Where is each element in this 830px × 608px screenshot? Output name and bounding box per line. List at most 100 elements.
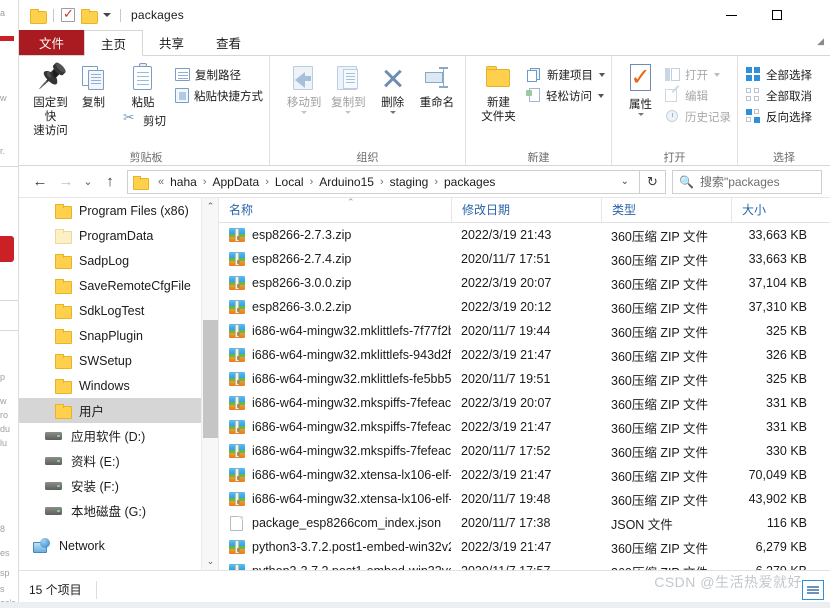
chevron-down-icon[interactable] bbox=[598, 93, 604, 98]
tab-file[interactable]: 文件 bbox=[19, 30, 85, 55]
table-row[interactable]: i686-w64-mingw32.mklittlefs-fe5bb56... 2… bbox=[219, 367, 830, 391]
copy-path-button[interactable]: 复制路径 bbox=[175, 64, 263, 85]
chevron-down-icon[interactable] bbox=[103, 13, 111, 17]
close-button[interactable] bbox=[800, 0, 830, 30]
nav-item-sadplog[interactable]: SadpLog bbox=[19, 248, 218, 273]
properties-quick-icon[interactable] bbox=[61, 6, 75, 22]
table-row[interactable]: i686-w64-mingw32.xtensa-lx106-elf-1... 2… bbox=[219, 463, 830, 487]
table-row[interactable]: i686-w64-mingw32.mkspiffs-7fefeac.... 20… bbox=[219, 391, 830, 415]
pin-to-quick-access-button[interactable]: 固定到快 速访问 bbox=[29, 60, 72, 138]
search-input[interactable]: 🔍 搜索"packages bbox=[672, 169, 822, 194]
table-row[interactable]: esp8266-2.7.4.zip 2020/11/7 17:51 360压缩 … bbox=[219, 247, 830, 271]
tab-share[interactable]: 共享 bbox=[143, 30, 200, 55]
breadcrumb-chevron-down-icon[interactable]: ⌄ bbox=[615, 176, 635, 187]
select-none-button[interactable]: 全部取消 bbox=[746, 85, 812, 106]
new-folder-quick-icon[interactable] bbox=[81, 8, 98, 24]
scrollbar-thumb[interactable] bbox=[203, 320, 218, 438]
table-row[interactable]: i686-w64-mingw32.xtensa-lx106-elf-b... 2… bbox=[219, 487, 830, 511]
breadcrumb-item-2[interactable]: Local bbox=[274, 175, 305, 189]
breadcrumb-overflow[interactable]: « bbox=[153, 176, 169, 188]
select-all-button[interactable]: 全部选择 bbox=[746, 64, 812, 85]
file-name-cell[interactable]: esp8266-2.7.3.zip bbox=[219, 228, 451, 242]
table-row[interactable]: i686-w64-mingw32.mkspiffs-7fefeac.... 20… bbox=[219, 415, 830, 439]
minimize-button[interactable] bbox=[708, 0, 754, 30]
chevron-down-icon[interactable] bbox=[714, 72, 720, 77]
table-row[interactable]: esp8266-3.0.2.zip 2022/3/19 20:12 360压缩 … bbox=[219, 295, 830, 319]
tab-home[interactable]: 主页 bbox=[84, 30, 144, 56]
breadcrumb-item-0[interactable]: haha bbox=[169, 175, 198, 189]
table-row[interactable]: package_esp8266com_index.json 2020/11/7 … bbox=[219, 511, 830, 535]
chevron-down-icon[interactable] bbox=[599, 72, 605, 77]
column-header-size[interactable]: 大小 bbox=[731, 198, 821, 223]
breadcrumb[interactable]: « haha › AppData › Local › Arduino15 › s… bbox=[127, 169, 640, 194]
file-name-cell[interactable]: i686-w64-mingw32.xtensa-lx106-elf-1... bbox=[219, 468, 451, 482]
column-header-date[interactable]: 修改日期 bbox=[451, 198, 601, 223]
table-row[interactable]: python3-3.7.2.post1-embed-win32v2... 202… bbox=[219, 535, 830, 559]
breadcrumb-item-1[interactable]: AppData bbox=[212, 175, 261, 189]
nav-item-swsetup[interactable]: SWSetup bbox=[19, 348, 218, 373]
table-row[interactable]: i686-w64-mingw32.mklittlefs-7f77f2b.... … bbox=[219, 319, 830, 343]
nav-item-drive-g[interactable]: 本地磁盘 (G:) bbox=[19, 498, 218, 523]
file-name-cell[interactable]: i686-w64-mingw32.mkspiffs-7fefeac.... bbox=[219, 396, 451, 410]
chevron-down-icon[interactable] bbox=[389, 111, 396, 114]
chevron-down-icon[interactable] bbox=[301, 111, 308, 114]
table-row[interactable]: esp8266-2.7.3.zip 2022/3/19 21:43 360压缩 … bbox=[219, 223, 830, 247]
nav-item-drive-f[interactable]: 安装 (F:) bbox=[19, 473, 218, 498]
recent-locations-button[interactable]: ⌄ bbox=[79, 169, 97, 195]
details-view-button[interactable] bbox=[802, 580, 824, 600]
copy-to-button[interactable]: 复制到 bbox=[326, 60, 370, 114]
breadcrumb-item-3[interactable]: Arduino15 bbox=[318, 175, 375, 189]
open-button[interactable]: 打开 bbox=[665, 64, 731, 85]
forward-button[interactable]: → bbox=[53, 169, 79, 195]
edit-button[interactable]: 编辑 bbox=[665, 85, 731, 106]
paste-button[interactable]: 粘贴 bbox=[115, 60, 171, 110]
nav-item-network[interactable]: Network bbox=[19, 533, 218, 558]
refresh-button[interactable]: ↻ bbox=[640, 169, 666, 194]
table-row[interactable]: i686-w64-mingw32.mklittlefs-943d2f7... 2… bbox=[219, 343, 830, 367]
scroll-down-icon[interactable]: ⌄ bbox=[202, 553, 218, 570]
file-name-cell[interactable]: i686-w64-mingw32.mkspiffs-7fefeac.... bbox=[219, 444, 451, 458]
column-header-type[interactable]: 类型 bbox=[601, 198, 731, 223]
file-name-cell[interactable]: python3-3.7.2.post1-embed-win32v2... bbox=[219, 540, 451, 554]
maximize-button[interactable] bbox=[754, 0, 800, 30]
breadcrumb-item-5[interactable]: packages bbox=[443, 175, 496, 189]
chevron-down-icon[interactable] bbox=[637, 113, 644, 116]
nav-item-programdata[interactable]: ProgramData bbox=[19, 223, 218, 248]
nav-item-drive-d[interactable]: 应用软件 (D:) bbox=[19, 423, 218, 448]
new-folder-button[interactable]: 新建 文件夹 bbox=[478, 60, 519, 124]
file-name-cell[interactable]: i686-w64-mingw32.mklittlefs-fe5bb56... bbox=[219, 372, 451, 386]
breadcrumb-item-4[interactable]: staging bbox=[389, 175, 430, 189]
scroll-up-icon[interactable]: ⌃ bbox=[202, 198, 218, 215]
copy-button[interactable]: 复制 bbox=[72, 60, 115, 110]
paste-shortcut-button[interactable]: 粘贴快捷方式 bbox=[175, 85, 263, 106]
nav-item-users[interactable]: 用户 bbox=[19, 398, 218, 423]
back-button[interactable]: ← bbox=[27, 169, 53, 195]
table-row[interactable]: esp8266-3.0.0.zip 2022/3/19 20:07 360压缩 … bbox=[219, 271, 830, 295]
ribbon-expand-icon[interactable]: ◢ bbox=[817, 36, 824, 47]
properties-button[interactable]: ✓ 属性 bbox=[622, 60, 659, 116]
history-button[interactable]: 历史记录 bbox=[665, 106, 731, 127]
file-name-cell[interactable]: i686-w64-mingw32.mklittlefs-943d2f7... bbox=[219, 348, 451, 362]
file-name-cell[interactable]: esp8266-3.0.0.zip bbox=[219, 276, 451, 290]
nav-item-windows[interactable]: Windows bbox=[19, 373, 218, 398]
rename-button[interactable]: 重命名 bbox=[415, 60, 459, 110]
nav-item-saveremotecfgfile[interactable]: SaveRemoteCfgFile bbox=[19, 273, 218, 298]
move-to-button[interactable]: 移动到 bbox=[282, 60, 326, 114]
file-name-cell[interactable]: esp8266-2.7.4.zip bbox=[219, 252, 451, 266]
nav-item-sdklogtest[interactable]: SdkLogTest bbox=[19, 298, 218, 323]
chevron-down-icon[interactable] bbox=[345, 111, 352, 114]
nav-item-drive-e[interactable]: 资料 (E:) bbox=[19, 448, 218, 473]
tab-view[interactable]: 查看 bbox=[200, 30, 257, 55]
table-row[interactable]: python3-3.7.2.post1-embed-win32va... 202… bbox=[219, 559, 830, 570]
invert-selection-button[interactable]: 反向选择 bbox=[746, 106, 812, 127]
file-name-cell[interactable]: i686-w64-mingw32.xtensa-lx106-elf-b... bbox=[219, 492, 451, 506]
up-button[interactable]: ↑ bbox=[97, 169, 123, 195]
column-header-name[interactable]: 名称 bbox=[219, 198, 451, 223]
delete-button[interactable]: 删除 bbox=[371, 60, 415, 114]
nav-item-program-files-x86[interactable]: Program Files (x86) bbox=[19, 198, 218, 223]
easy-access-button[interactable]: 轻松访问 bbox=[526, 85, 605, 106]
new-item-button[interactable]: 新建项目 bbox=[527, 64, 605, 85]
nav-item-snapplugin[interactable]: SnapPlugin bbox=[19, 323, 218, 348]
navigation-scrollbar[interactable]: ⌃ ⌄ bbox=[201, 198, 218, 570]
file-name-cell[interactable]: i686-w64-mingw32.mkspiffs-7fefeac.... bbox=[219, 420, 451, 434]
